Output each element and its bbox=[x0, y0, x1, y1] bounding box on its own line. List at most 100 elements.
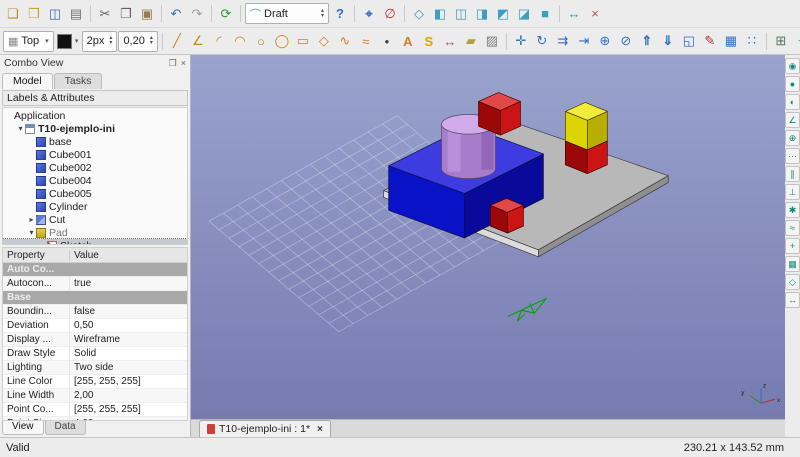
draft-text[interactable]: A bbox=[398, 31, 418, 51]
draft-line[interactable]: ╱ bbox=[167, 31, 187, 51]
draft-split[interactable]: ⊘ bbox=[616, 31, 636, 51]
close-panel-icon[interactable]: × bbox=[181, 58, 186, 69]
draft-ellipse[interactable]: ◯ bbox=[272, 31, 292, 51]
draft-rectangle[interactable]: ▭ bbox=[293, 31, 313, 51]
snap-dimensions[interactable]: ↔ bbox=[785, 292, 800, 308]
redo[interactable]: ↷ bbox=[187, 4, 207, 24]
draft-path-array[interactable]: ∷ bbox=[742, 31, 762, 51]
tree-item-base[interactable]: base bbox=[3, 135, 187, 148]
tree-item-t10-ejemplo-ini[interactable]: ▾ T10-ejemplo-ini bbox=[3, 122, 187, 135]
view-isometric[interactable]: ◇ bbox=[409, 4, 429, 24]
snap-center[interactable]: ⊕ bbox=[785, 130, 800, 146]
property-value[interactable]: Wireframe bbox=[70, 333, 187, 346]
property-value[interactable]: [255, 255, 255] bbox=[70, 403, 187, 416]
draft-arc[interactable]: ◠ bbox=[230, 31, 250, 51]
draft-point[interactable]: • bbox=[377, 31, 397, 51]
draft-dimension[interactable]: ↔ bbox=[440, 31, 460, 51]
snap-endpoint[interactable]: ● bbox=[785, 76, 800, 92]
tree-item-pad[interactable]: ▾ Pad bbox=[3, 226, 187, 239]
draft-array[interactable]: ▦ bbox=[721, 31, 741, 51]
draft-scale[interactable]: ◱ bbox=[679, 31, 699, 51]
model-red-cube-front[interactable] bbox=[490, 198, 524, 234]
paste[interactable]: ▣ bbox=[137, 4, 157, 24]
snap-working-plane[interactable]: ◇ bbox=[785, 274, 800, 290]
snap-midpoint[interactable]: ◐ bbox=[785, 94, 800, 110]
expander-icon[interactable]: ▾ bbox=[16, 124, 25, 133]
expander-icon[interactable]: ▸ bbox=[27, 215, 36, 224]
zoom-fit-all[interactable]: ⌖ bbox=[359, 4, 379, 24]
open-document[interactable]: ❒ bbox=[24, 4, 44, 24]
property-value[interactable]: Two side bbox=[70, 361, 187, 374]
tree-item-cube002[interactable]: Cube002 bbox=[3, 161, 187, 174]
tab-model[interactable]: Model bbox=[2, 73, 53, 89]
snap-angle[interactable]: ∠ bbox=[785, 112, 800, 128]
tree-item-cut[interactable]: ▸ Cut bbox=[3, 213, 187, 226]
view-top[interactable]: ◫ bbox=[451, 4, 471, 24]
spinner-arrows-icon[interactable]: ▴ ▾ bbox=[150, 35, 153, 46]
spinner-arrows-icon[interactable]: ▴ ▾ bbox=[109, 35, 112, 46]
view-rear[interactable]: ◩ bbox=[493, 4, 513, 24]
labels-attributes-header[interactable]: Labels & Attributes bbox=[2, 90, 188, 106]
draft-edit[interactable]: ✎ bbox=[700, 31, 720, 51]
spinner-arrows-icon[interactable]: ▴ ▾ bbox=[321, 8, 324, 19]
3d-viewport[interactable]: x z y bbox=[191, 55, 785, 419]
property-row[interactable]: Autocon... true bbox=[3, 277, 187, 291]
draft-rotate[interactable]: ↻ bbox=[532, 31, 552, 51]
property-row[interactable]: Boundin... false bbox=[3, 305, 187, 319]
view-left[interactable]: ■ bbox=[535, 4, 555, 24]
new-document[interactable]: ❏ bbox=[3, 4, 23, 24]
property-value[interactable]: 0,50 bbox=[70, 319, 187, 332]
value-column-header[interactable]: Value bbox=[70, 250, 187, 261]
save-document[interactable]: ◫ bbox=[45, 4, 65, 24]
property-row[interactable]: Deviation 0,50 bbox=[3, 319, 187, 333]
snap-lock[interactable]: ◉ bbox=[785, 58, 800, 74]
draft-move[interactable]: ✛ bbox=[511, 31, 531, 51]
snap-parallel[interactable]: ∥ bbox=[785, 166, 800, 182]
property-row[interactable]: Draw Style Solid bbox=[3, 347, 187, 361]
draft-fillet[interactable]: ◜ bbox=[209, 31, 229, 51]
undo[interactable]: ↶ bbox=[166, 4, 186, 24]
property-column-header[interactable]: Property bbox=[3, 249, 70, 261]
snap-near[interactable]: ≈ bbox=[785, 220, 800, 236]
view-right[interactable]: ◨ bbox=[472, 4, 492, 24]
cut[interactable]: ✂ bbox=[95, 4, 115, 24]
working-plane-button[interactable]: ▦ Top ▾ bbox=[3, 30, 54, 52]
property-value[interactable]: [255, 255, 255] bbox=[70, 375, 187, 388]
tree-item-application[interactable]: Application bbox=[3, 109, 187, 122]
refresh[interactable]: ⟳ bbox=[216, 4, 236, 24]
model-yellow-box[interactable] bbox=[565, 102, 608, 151]
draft-upgrade[interactable]: ⇑ bbox=[637, 31, 657, 51]
view-front[interactable]: ◧ bbox=[430, 4, 450, 24]
draft-trimex[interactable]: ⇥ bbox=[574, 31, 594, 51]
tree-item-cube001[interactable]: Cube001 bbox=[3, 148, 187, 161]
tab-data[interactable]: Data bbox=[44, 421, 86, 435]
line-color-button[interactable]: ▾ bbox=[55, 31, 81, 51]
tree-item-sketch[interactable]: Sketch bbox=[3, 238, 187, 244]
property-row[interactable]: Display ... Wireframe bbox=[3, 333, 187, 347]
property-row[interactable]: Line Color [255, 255, 255] bbox=[3, 375, 187, 389]
snap-ortho[interactable]: + bbox=[785, 238, 800, 254]
measure-clear[interactable]: × bbox=[585, 4, 605, 24]
measure-distance[interactable]: ↔ bbox=[564, 4, 584, 24]
tree-item-cube005[interactable]: Cube005 bbox=[3, 187, 187, 200]
draft-join[interactable]: ⊕ bbox=[595, 31, 615, 51]
snap-grid[interactable]: ▦ bbox=[785, 256, 800, 272]
model-red-cube-top[interactable] bbox=[478, 92, 521, 136]
workbench-selector[interactable]: ⌒ Draft ▴ ▾ bbox=[245, 3, 330, 24]
whats-this[interactable]: ? bbox=[330, 4, 350, 24]
tree-item-cube004[interactable]: Cube004 bbox=[3, 174, 187, 187]
line-width-combo[interactable]: 2px ▴ ▾ bbox=[81, 30, 118, 52]
tab-tasks[interactable]: Tasks bbox=[53, 73, 103, 89]
snap-perpendicular[interactable]: ⊥ bbox=[785, 184, 800, 200]
draft-circle[interactable]: ○ bbox=[251, 31, 271, 51]
float-panel-icon[interactable]: ❐ bbox=[169, 58, 177, 69]
snap-special[interactable]: ✱ bbox=[785, 202, 800, 218]
draft-shapestring[interactable]: S bbox=[419, 31, 439, 51]
property-row[interactable]: Point Co... [255, 255, 255] bbox=[3, 403, 187, 417]
property-row[interactable]: Lighting Two side bbox=[3, 361, 187, 375]
document-tab[interactable]: T10-ejemplo-ini : 1* × bbox=[199, 420, 331, 437]
print[interactable]: ▤ bbox=[66, 4, 86, 24]
draft-hatch[interactable]: ▨ bbox=[482, 31, 502, 51]
tab-view[interactable]: View bbox=[2, 421, 44, 435]
property-value[interactable]: 2,00 bbox=[70, 389, 187, 402]
